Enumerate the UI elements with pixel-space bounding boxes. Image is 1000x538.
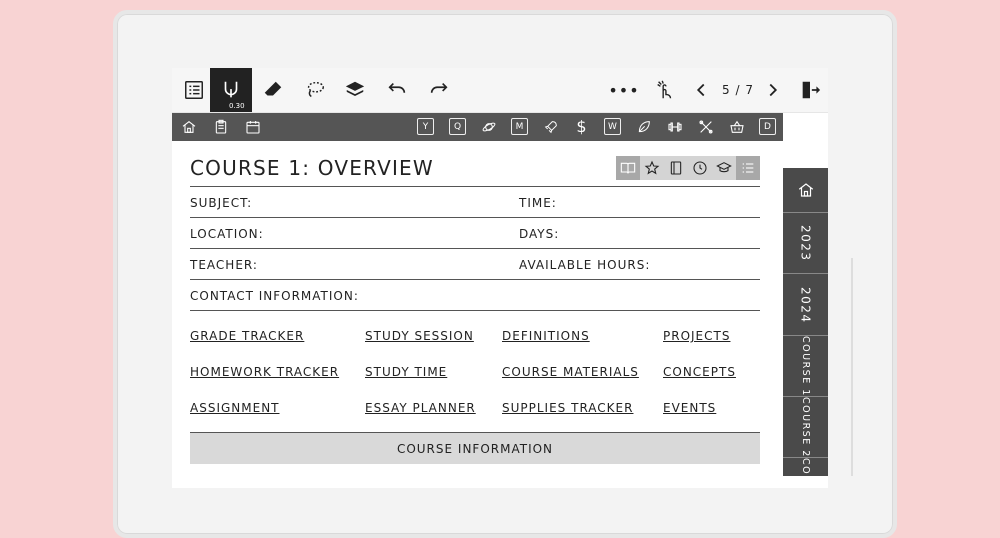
link-study-session[interactable]: STUDY SESSION [365, 329, 474, 343]
layers-icon[interactable] [340, 68, 370, 112]
link-study-time[interactable]: STUDY TIME [365, 365, 447, 379]
home-icon [798, 183, 813, 197]
pen-size-label: 0.30 [229, 102, 245, 110]
exit-icon[interactable] [796, 68, 824, 112]
list-icon[interactable] [736, 156, 760, 180]
link-essay-planner[interactable]: ESSAY PLANNER [365, 401, 476, 415]
side-tab-course-2-label: COURSE 2 [800, 397, 811, 458]
dumbbell-icon[interactable] [666, 118, 683, 135]
side-tab-course-3[interactable]: CO [783, 457, 828, 477]
side-tab-course-1-label: COURSE 1 [800, 336, 811, 397]
star-icon[interactable] [640, 156, 664, 180]
time-label: TIME: [519, 196, 557, 210]
course-information-header: COURSE INFORMATION [190, 432, 760, 464]
screen: 0.30 ••• 5 / 7 Y Q M $ W D COURSE 1: OVE… [172, 68, 828, 488]
side-tab-2024[interactable]: 2024 [783, 273, 828, 336]
calendar-icon[interactable] [244, 118, 261, 135]
link-concepts[interactable]: CONCEPTS [663, 365, 736, 379]
pen-tool-button[interactable]: 0.30 [210, 68, 252, 112]
link-definitions[interactable]: DEFINITIONS [502, 329, 590, 343]
contact-label: CONTACT INFORMATION: [190, 289, 359, 303]
undo-icon[interactable] [382, 68, 412, 112]
nav-quarter-button[interactable]: Q [449, 118, 466, 135]
side-tabs: 2023 2024 COURSE 1 COURSE 2 CO [783, 168, 828, 476]
rocket-icon[interactable] [542, 118, 559, 135]
nav-finance-button[interactable]: $ [573, 117, 590, 136]
divider [190, 310, 760, 311]
tools-icon[interactable] [697, 118, 714, 135]
list-icon[interactable] [176, 68, 212, 112]
link-grade-tracker[interactable]: GRADE TRACKER [190, 329, 304, 343]
basket-icon[interactable] [728, 118, 745, 135]
prev-page-icon[interactable] [690, 68, 712, 112]
lasso-icon[interactable] [300, 68, 330, 112]
side-tab-2024-label: 2024 [798, 286, 813, 324]
location-label: LOCATION: [190, 227, 264, 241]
field-row-subject[interactable]: SUBJECT: TIME: [190, 186, 760, 217]
next-page-icon[interactable] [762, 68, 784, 112]
link-course-materials[interactable]: COURSE MATERIALS [502, 365, 639, 379]
page-title: COURSE 1: OVERVIEW [190, 156, 434, 180]
side-tab-home[interactable] [783, 168, 828, 212]
nav-month-button[interactable]: M [511, 118, 528, 135]
redo-icon[interactable] [424, 68, 454, 112]
field-row-teacher[interactable]: TEACHER: AVAILABLE HOURS: [190, 248, 760, 279]
planner-navbar: Y Q M $ W D [172, 113, 783, 141]
field-row-location[interactable]: LOCATION: DAYS: [190, 217, 760, 248]
nav-year-button[interactable]: Y [417, 118, 434, 135]
subject-label: SUBJECT: [190, 196, 253, 210]
graduation-cap-icon[interactable] [712, 156, 736, 180]
link-events[interactable]: EVENTS [663, 401, 716, 415]
eraser-icon[interactable] [258, 68, 288, 112]
side-tab-course-3-label: CO [800, 458, 811, 476]
book-icon[interactable] [616, 156, 640, 180]
available-hours-label: AVAILABLE HOURS: [519, 258, 651, 272]
days-label: DAYS: [519, 227, 560, 241]
clock-icon[interactable] [688, 156, 712, 180]
link-homework-tracker[interactable]: HOMEWORK TRACKER [190, 365, 339, 379]
link-projects[interactable]: PROJECTS [663, 329, 730, 343]
planet-icon[interactable] [480, 118, 497, 135]
side-tab-2023-label: 2023 [798, 225, 813, 262]
scrollbar[interactable] [851, 258, 853, 476]
title-icon-bar [616, 156, 761, 180]
pen-icon [224, 81, 238, 98]
side-tab-course-1[interactable]: COURSE 1 [783, 335, 828, 397]
touch-icon[interactable] [650, 68, 680, 112]
nav-week-button[interactable]: W [604, 118, 621, 135]
side-tab-course-2[interactable]: COURSE 2 [783, 396, 828, 458]
link-supplies-tracker[interactable]: SUPPLIES TRACKER [502, 401, 633, 415]
page-indicator[interactable]: 5 / 7 [720, 68, 756, 112]
link-assignment[interactable]: ASSIGNMENT [190, 401, 280, 415]
notebook-icon[interactable] [664, 156, 688, 180]
side-tab-2023[interactable]: 2023 [783, 212, 828, 274]
toolbar: 0.30 ••• 5 / 7 [172, 68, 828, 113]
leaf-icon[interactable] [635, 118, 652, 135]
nav-day-button[interactable]: D [759, 118, 776, 135]
more-icon[interactable]: ••• [608, 68, 640, 112]
home-icon[interactable] [180, 118, 197, 135]
field-row-contact[interactable]: CONTACT INFORMATION: [190, 279, 760, 310]
clipboard-icon[interactable] [212, 118, 229, 135]
teacher-label: TEACHER: [190, 258, 258, 272]
